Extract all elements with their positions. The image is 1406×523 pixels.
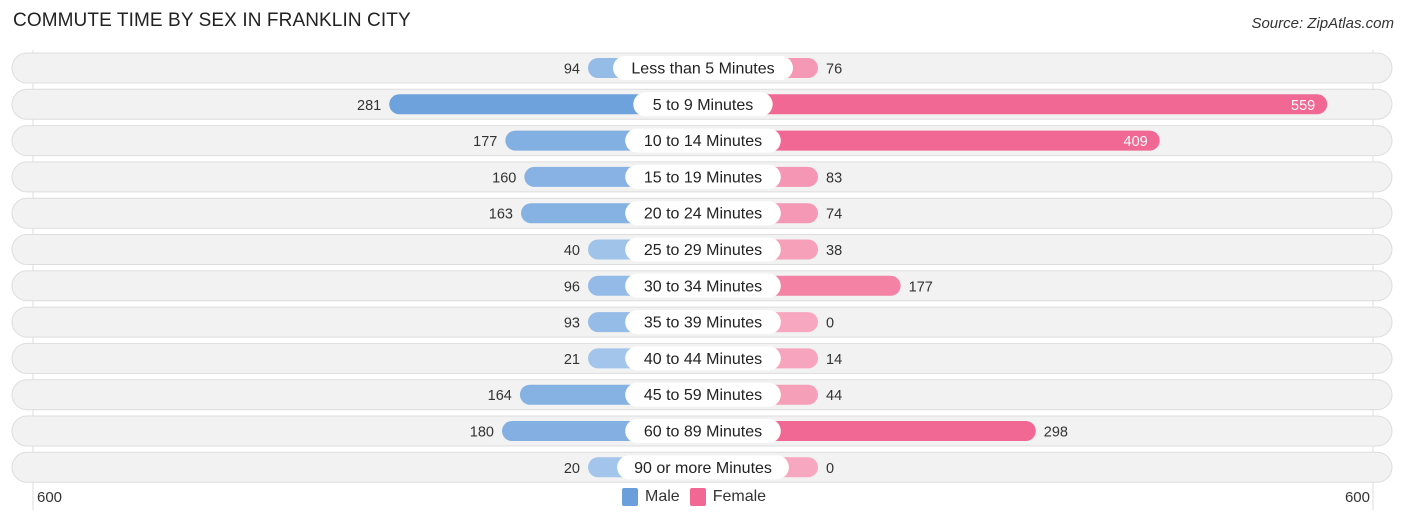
value-label-male: 21	[564, 352, 580, 368]
category-label: 60 to 89 Minutes	[644, 424, 762, 441]
value-label-female: 74	[826, 207, 842, 223]
value-label-male: 94	[564, 62, 580, 78]
value-label-female: 298	[1044, 425, 1068, 441]
legend: Male Female	[622, 488, 776, 506]
category-label: 40 to 44 Minutes	[644, 351, 762, 368]
axis-label-left: 600	[37, 489, 63, 506]
value-label-female: 0	[826, 316, 834, 332]
category-label: 10 to 14 Minutes	[644, 133, 762, 150]
value-label-male: 164	[488, 388, 512, 404]
value-label-female: 409	[1124, 134, 1148, 150]
legend-label-male: Male	[645, 488, 680, 505]
bar-female[interactable]	[703, 94, 1328, 115]
legend-item-female[interactable]: Female	[689, 488, 767, 506]
value-label-female: 559	[1291, 98, 1315, 114]
category-label: 15 to 19 Minutes	[644, 169, 762, 186]
value-label-male: 163	[489, 207, 513, 223]
value-label-female: 0	[826, 461, 834, 477]
value-label-male: 177	[473, 134, 497, 150]
value-label-female: 83	[826, 170, 842, 186]
category-label: 45 to 59 Minutes	[644, 387, 762, 404]
value-label-male: 96	[564, 279, 580, 295]
category-label: 35 to 39 Minutes	[644, 315, 762, 332]
value-label-male: 93	[564, 316, 580, 332]
legend-label-female: Female	[712, 488, 767, 505]
value-label-female: 177	[909, 279, 933, 295]
category-label: Less than 5 Minutes	[631, 61, 774, 78]
value-label-female: 76	[826, 62, 842, 78]
category-label: 5 to 9 Minutes	[653, 97, 754, 114]
value-label-male: 281	[357, 98, 381, 114]
category-label: 20 to 24 Minutes	[644, 206, 762, 223]
legend-swatch-female	[689, 488, 706, 506]
category-label: 25 to 29 Minutes	[644, 242, 762, 259]
value-label-male: 20	[564, 461, 580, 477]
category-label: 30 to 34 Minutes	[644, 278, 762, 295]
value-label-male: 40	[564, 243, 580, 259]
axis-label-right: 600	[1344, 489, 1370, 506]
legend-item-male[interactable]: Male	[622, 488, 680, 506]
value-label-male: 160	[492, 170, 516, 186]
value-label-female: 14	[826, 352, 842, 368]
value-label-female: 44	[826, 388, 842, 404]
category-label: 90 or more Minutes	[634, 460, 772, 477]
value-label-male: 180	[470, 425, 494, 441]
chart-svg: Less than 5 Minutes 94 76 5 to 9 Minutes 281…	[11, 50, 1393, 510]
value-label-female: 38	[826, 243, 842, 259]
legend-swatch-male	[622, 488, 638, 506]
